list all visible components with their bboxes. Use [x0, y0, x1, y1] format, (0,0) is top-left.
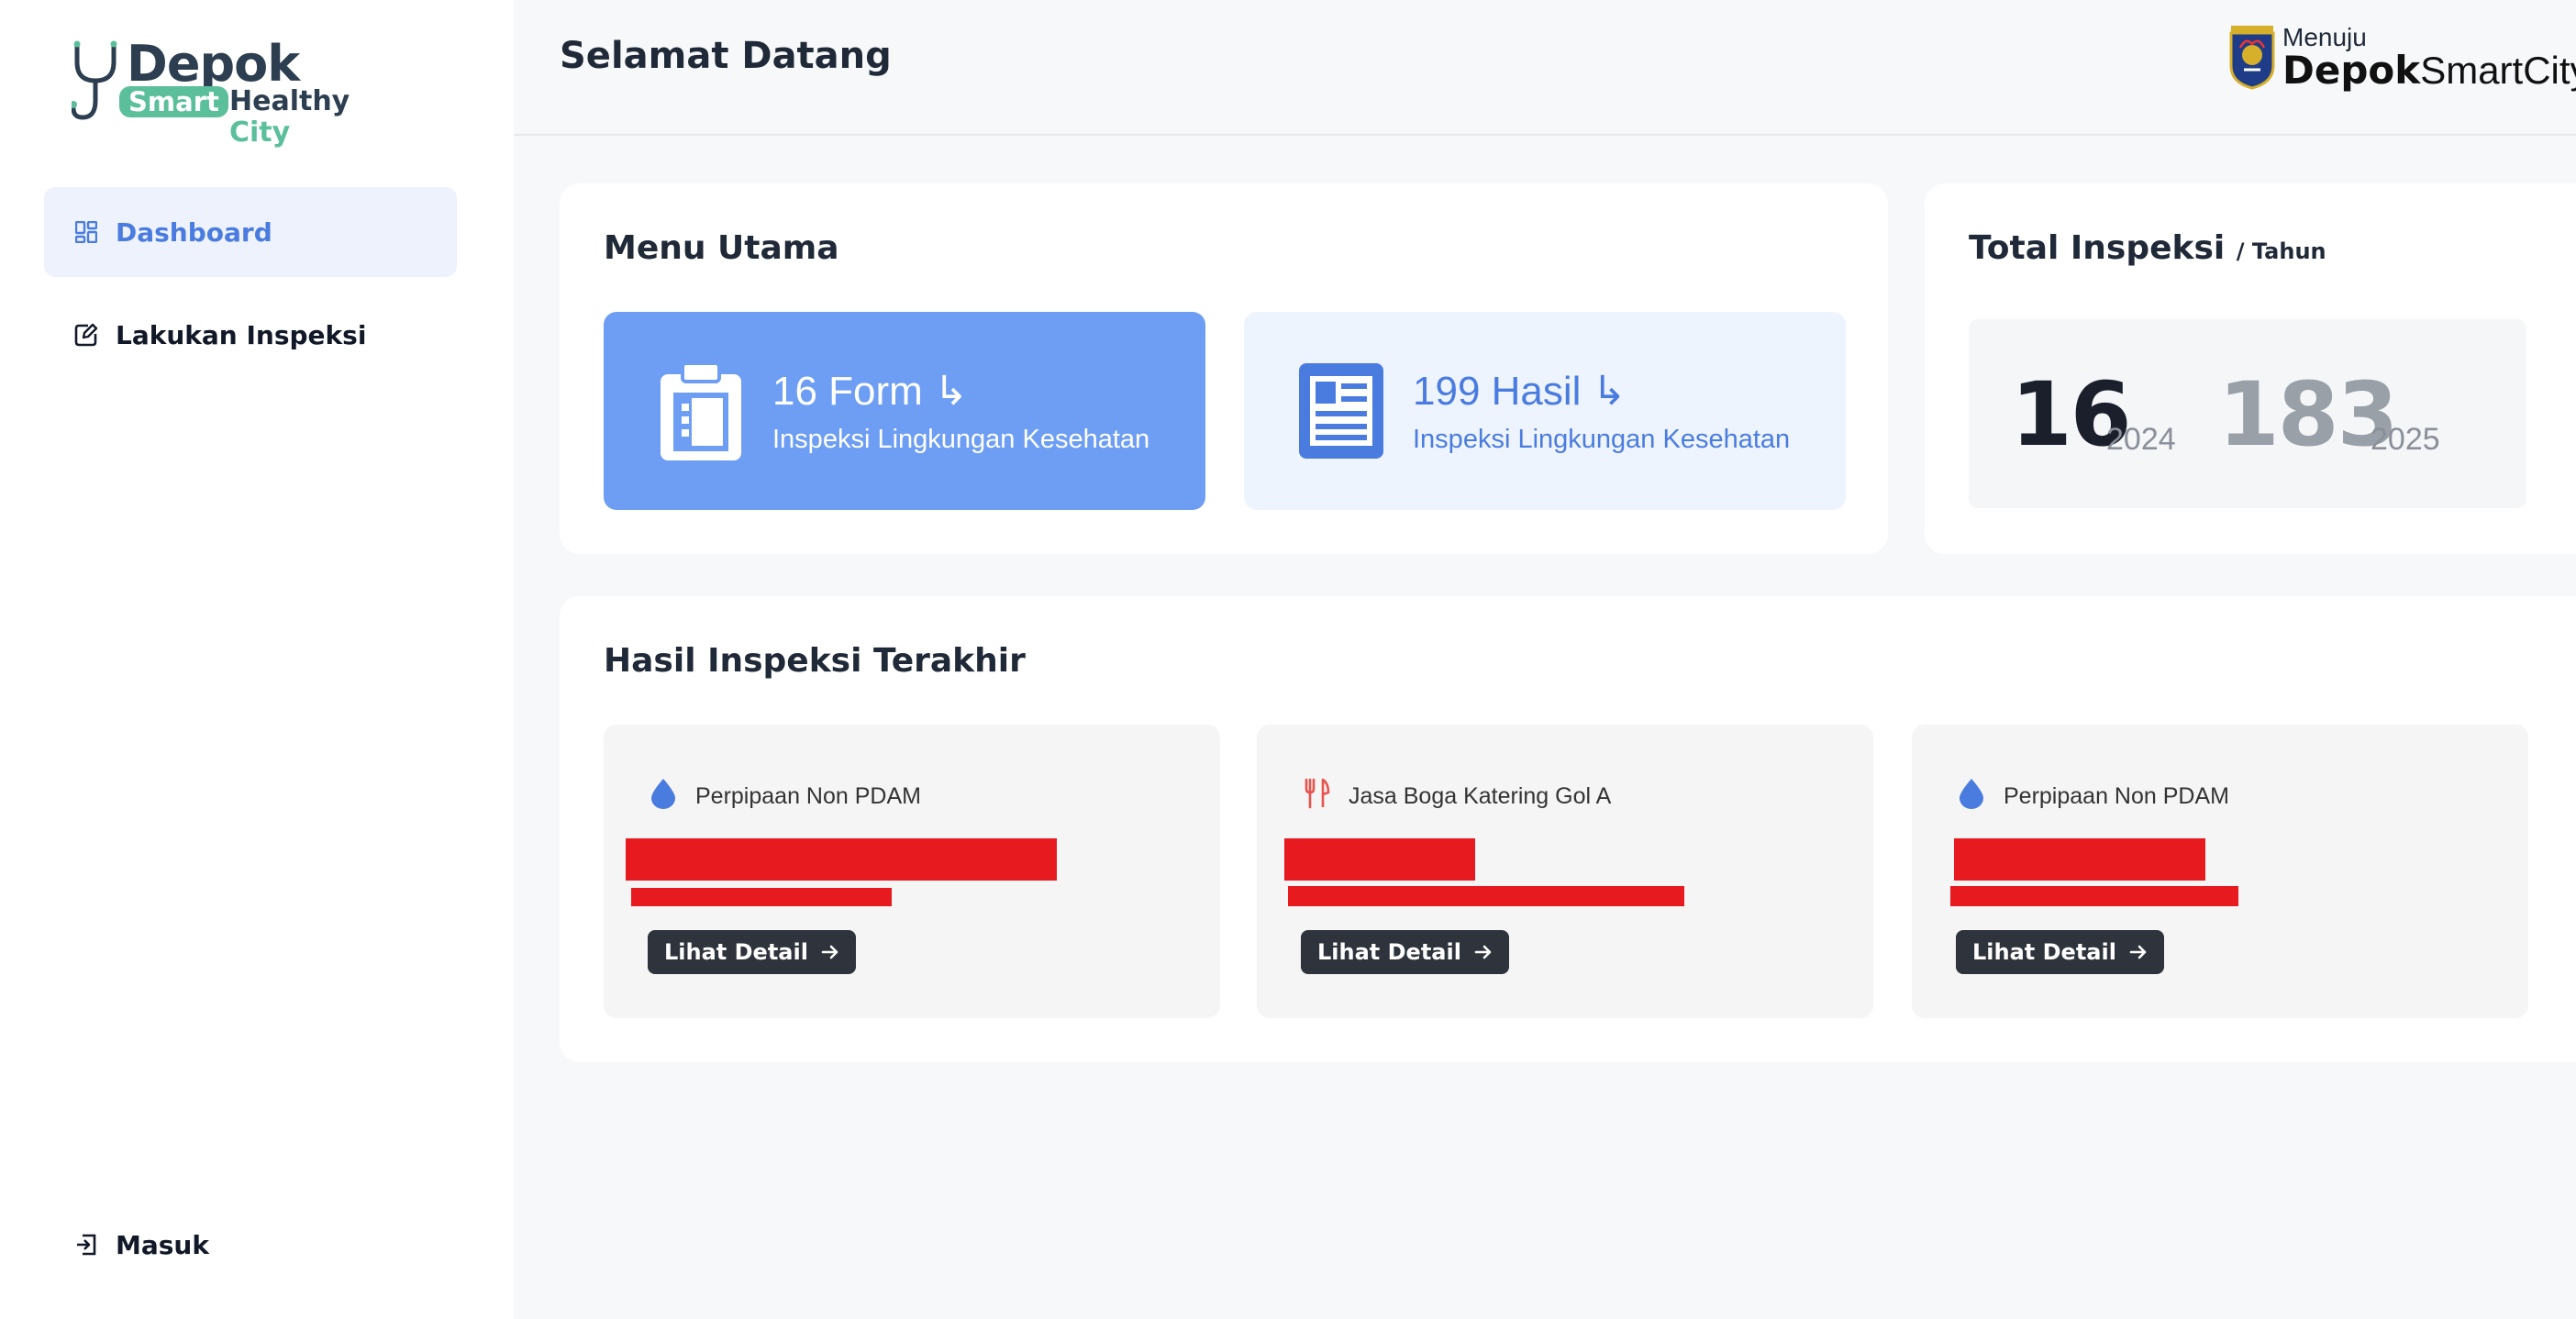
- card-title: Menu Utama: [604, 229, 839, 267]
- arrow-right-icon: [1474, 944, 1493, 960]
- tile-count: 199 Hasil ↳: [1413, 369, 1627, 415]
- dashboard-grid-icon: [73, 219, 99, 245]
- card-title: Total Inspeksi / Tahun: [1969, 229, 2326, 267]
- stat-year: 2025: [2371, 422, 2440, 457]
- redacted-block: [1950, 886, 2238, 906]
- redacted-block: [1954, 838, 2205, 881]
- brand-rest: SmartCity: [2420, 49, 2576, 92]
- water-drop-icon: [650, 778, 677, 814]
- edit-document-icon: [73, 322, 99, 348]
- result-card: Perpipaan Non PDAM Lihat Detail: [1912, 725, 2528, 1018]
- brand-bold: Depok: [2282, 48, 2421, 93]
- card-title-suffix: / Tahun: [2236, 238, 2326, 264]
- depok-smartcity-brand: Menuju DepokSmartCity: [2227, 24, 2576, 97]
- lihat-detail-button[interactable]: Lihat Detail: [648, 930, 856, 974]
- logo-text-depok: Depok: [127, 35, 300, 93]
- clipboard-icon: [657, 361, 745, 467]
- document-list-icon: [1297, 361, 1385, 465]
- stat-year: 2024: [2106, 422, 2176, 457]
- button-label: Lihat Detail: [664, 939, 808, 965]
- sidebar-item-label: Lakukan Inspeksi: [116, 319, 367, 350]
- logo-text-smart: Smart: [119, 86, 228, 117]
- tile-subtitle: Inspeksi Lingkungan Kesehatan: [772, 425, 1150, 454]
- tile-count-value: 16 Form: [772, 369, 923, 414]
- fork-knife-icon: [1303, 778, 1330, 814]
- redacted-block: [1284, 838, 1475, 881]
- top-bar: Selamat Datang Menuju DepokSmartCity: [514, 0, 2576, 136]
- menu-utama-card: Menu Utama 16 Form ↳ Inspeksi Lingkungan…: [560, 183, 1888, 554]
- total-inspeksi-card: Total Inspeksi / Tahun 16 2024 183 2025: [1925, 183, 2576, 554]
- hasil-inspeksi-card: Hasil Inspeksi Terakhir Perpipaan Non PD…: [560, 596, 2576, 1062]
- lihat-detail-button[interactable]: Lihat Detail: [1956, 930, 2164, 974]
- button-label: Lihat Detail: [1317, 939, 1461, 965]
- sidebar: Depok Smart Healthy City Dashboard Lakuk…: [0, 0, 514, 1319]
- button-label: Lihat Detail: [1972, 939, 2116, 965]
- form-count-tile[interactable]: 16 Form ↳ Inspeksi Lingkungan Kesehatan: [604, 312, 1205, 510]
- kota-depok-emblem-icon: [2229, 26, 2275, 90]
- brand-name: DepokSmartCity: [2282, 48, 2576, 94]
- result-card: Perpipaan Non PDAM Lihat Detail: [604, 725, 1220, 1018]
- sidebar-item-dashboard[interactable]: Dashboard: [44, 187, 457, 277]
- redacted-block: [631, 888, 892, 906]
- lihat-detail-button[interactable]: Lihat Detail: [1301, 930, 1509, 974]
- logo-text-healthy: Healthy: [229, 85, 350, 117]
- card-title: Hasil Inspeksi Terakhir: [604, 642, 1026, 680]
- water-drop-icon: [1958, 778, 1985, 814]
- sidebar-item-lakukan-inspeksi[interactable]: Lakukan Inspeksi: [44, 290, 457, 380]
- sidebar-item-label: Masuk: [116, 1229, 209, 1260]
- logo-text-city: City: [229, 116, 291, 149]
- return-arrow-icon: ↳: [1592, 369, 1627, 414]
- sidebar-item-masuk[interactable]: Masuk: [44, 1200, 457, 1290]
- redacted-block: [626, 838, 1057, 881]
- yearly-stats: 16 2024 183 2025: [1969, 319, 2526, 508]
- hasil-count-tile[interactable]: 199 Hasil ↳ Inspeksi Lingkungan Kesehata…: [1244, 312, 1846, 510]
- arrow-right-icon: [2129, 944, 2148, 960]
- app-logo[interactable]: Depok Smart Healthy City: [72, 35, 411, 149]
- arrow-right-icon: [821, 944, 839, 960]
- tile-count-value: 199 Hasil: [1413, 369, 1582, 414]
- page-title: Selamat Datang: [560, 35, 892, 77]
- tile-count: 16 Form ↳: [772, 369, 968, 415]
- logo-text-healthy-city: Healthy City: [229, 86, 411, 149]
- sidebar-item-label: Dashboard: [116, 216, 272, 248]
- result-card: Jasa Boga Katering Gol A Lihat Detail: [1257, 725, 1873, 1018]
- redacted-block: [1288, 886, 1684, 906]
- result-category: Perpipaan Non PDAM: [695, 783, 921, 809]
- tile-subtitle: Inspeksi Lingkungan Kesehatan: [1413, 425, 1791, 454]
- result-category: Jasa Boga Katering Gol A: [1349, 783, 1612, 809]
- card-title-text: Total Inspeksi: [1969, 229, 2226, 267]
- return-arrow-icon: ↳: [934, 369, 968, 414]
- result-category: Perpipaan Non PDAM: [2004, 783, 2229, 809]
- login-icon: [73, 1232, 99, 1258]
